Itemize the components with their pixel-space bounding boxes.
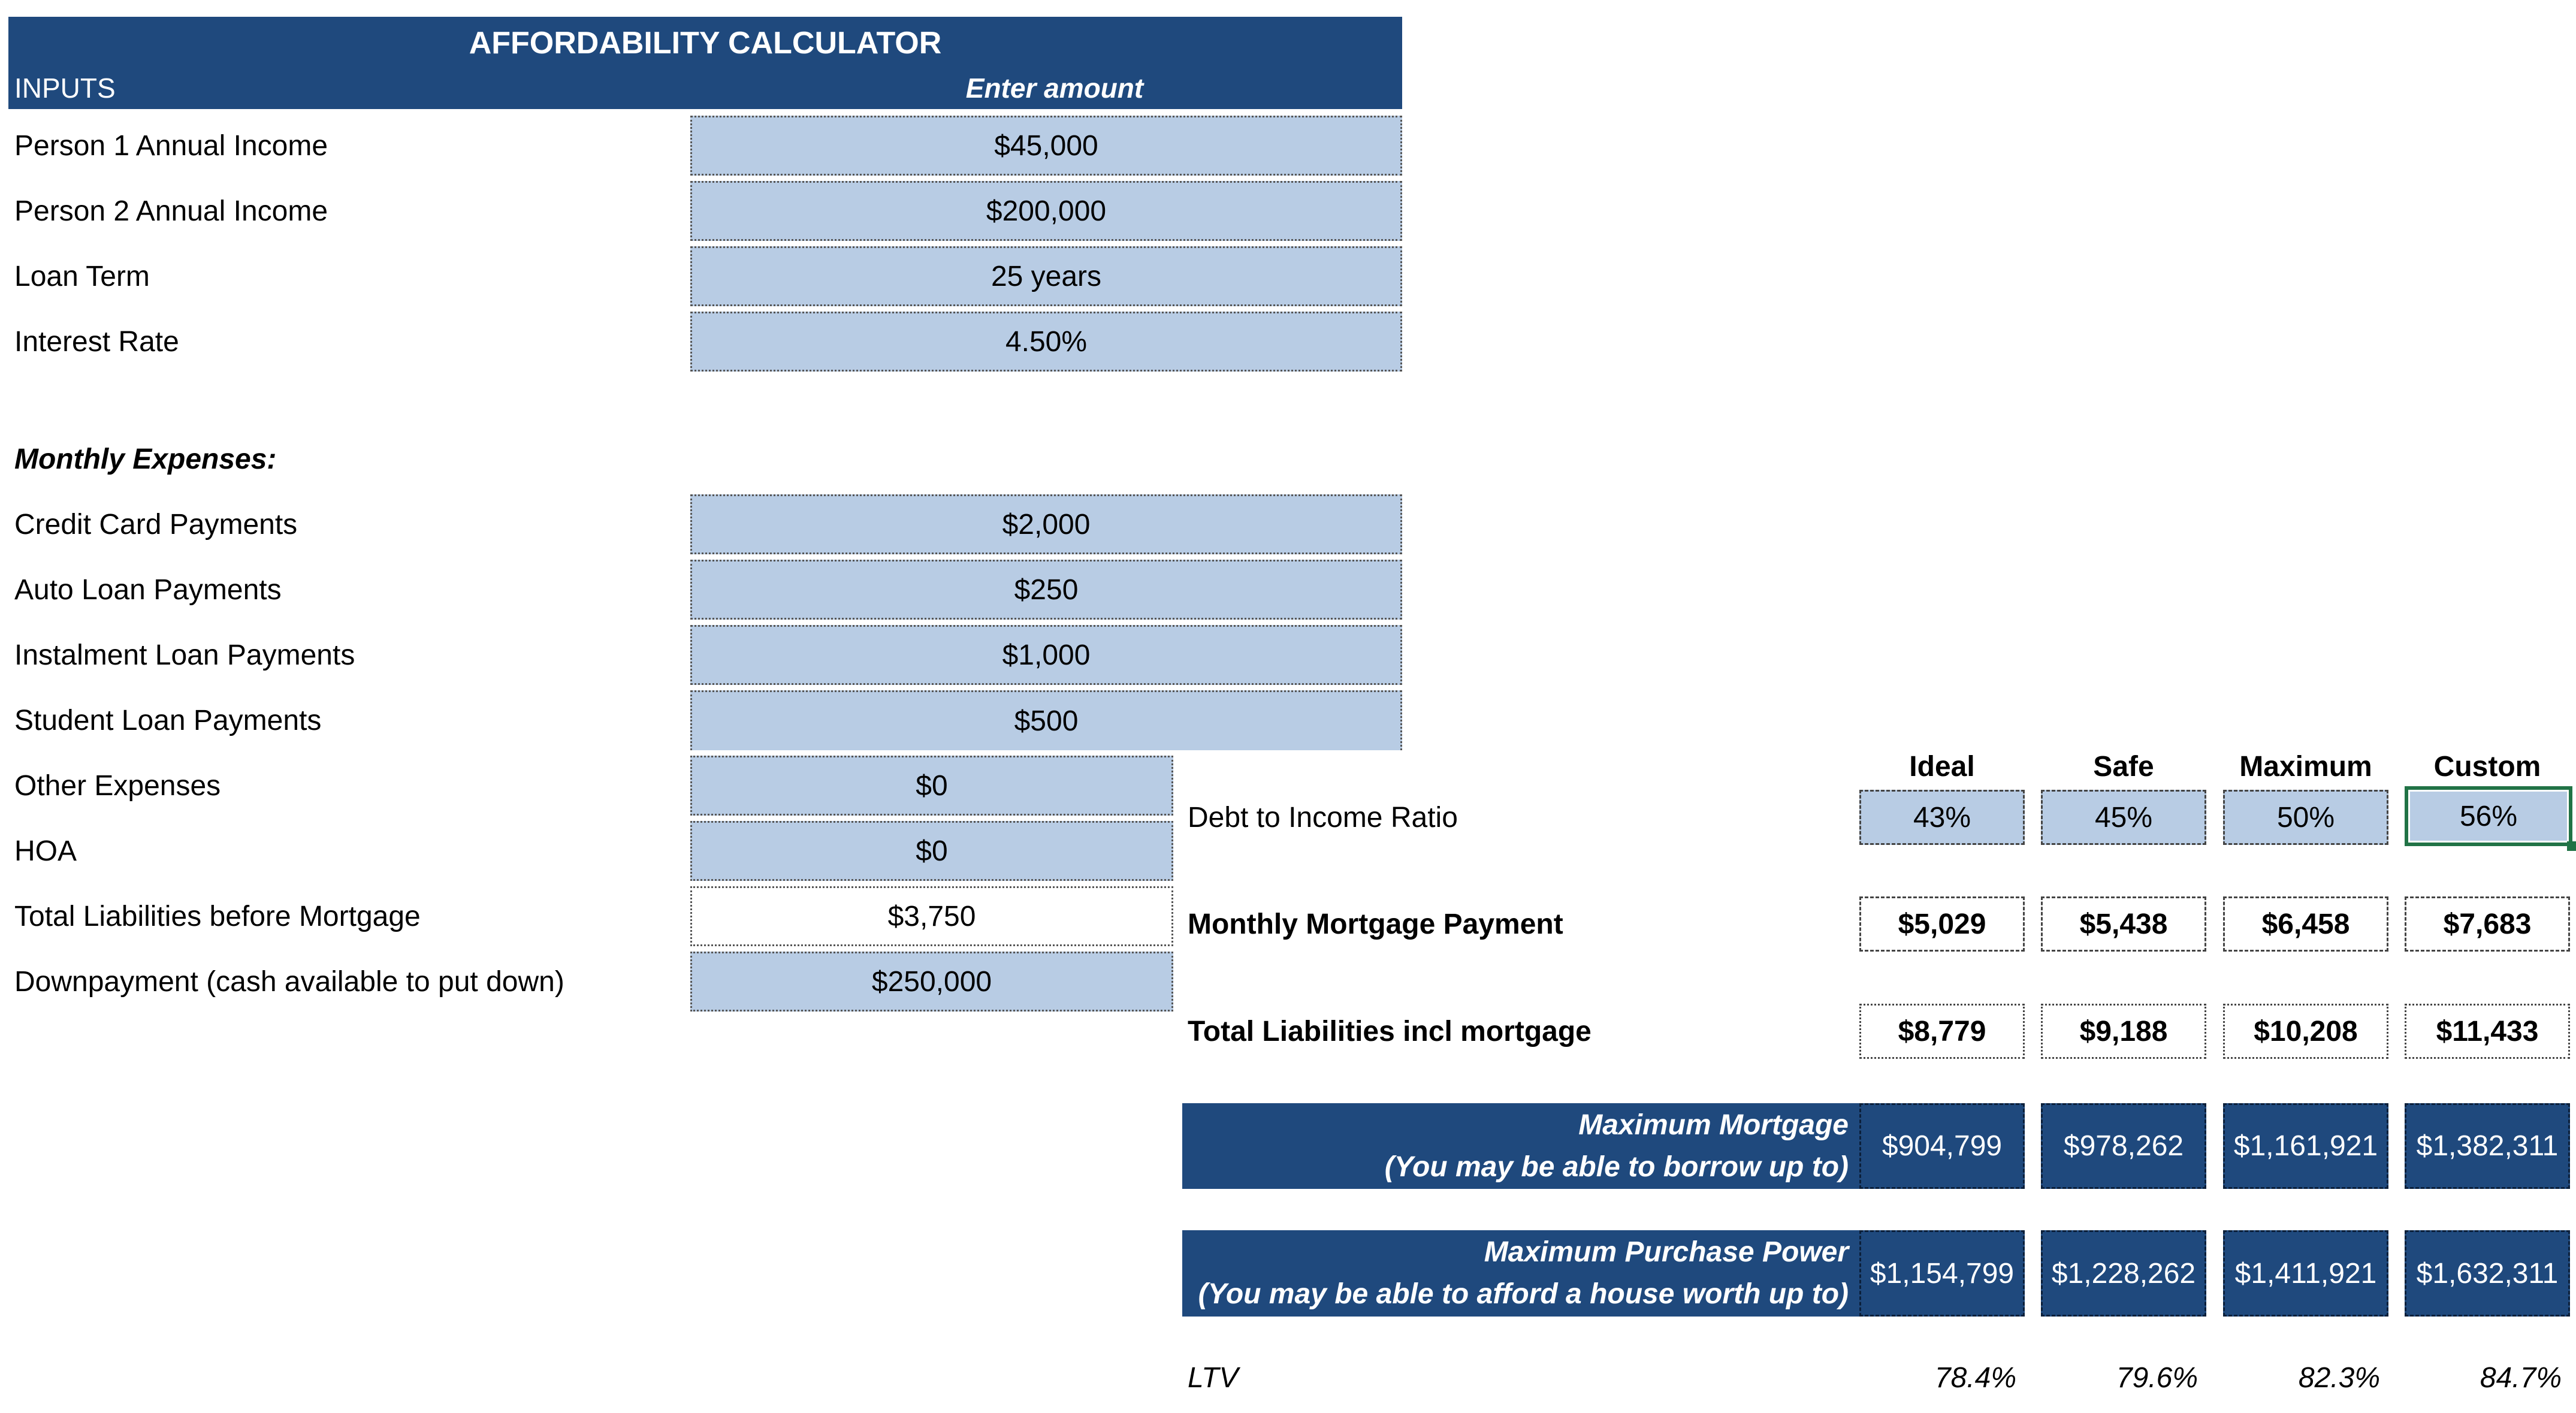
monthly-expenses-heading: Monthly Expenses:: [14, 443, 277, 475]
expense-label-auto-loan: Auto Loan Payments: [14, 573, 282, 606]
total-liabilities-before-mortgage-label: Total Liabilities before Mortgage: [14, 900, 421, 932]
maximum-mortgage-label: Maximum Mortgage (You may be able to bor…: [1182, 1103, 1859, 1189]
downpayment-input[interactable]: $250,000: [690, 952, 1173, 1012]
total-liabilities-maximum: $10,208: [2223, 1004, 2388, 1059]
total-liabilities-custom: $11,433: [2405, 1004, 2570, 1059]
input-label-loan-term: Loan Term: [14, 260, 150, 292]
expense-label-hoa: HOA: [14, 835, 77, 867]
instalment-loan-input[interactable]: $1,000: [690, 625, 1402, 685]
ltv-maximum: 82.3%: [2298, 1362, 2380, 1394]
max-mortgage-safe: $978,262: [2041, 1103, 2206, 1189]
monthly-mortgage-payment-label: Monthly Mortgage Payment: [1188, 908, 1563, 940]
other-expenses-input[interactable]: $0: [690, 756, 1173, 816]
inputs-label: INPUTS: [14, 73, 116, 104]
student-loan-input[interactable]: $500: [690, 690, 1402, 750]
monthly-payment-custom: $7,683: [2405, 896, 2570, 952]
loan-term-input[interactable]: 25 years: [690, 246, 1402, 306]
max-mortgage-custom: $1,382,311: [2405, 1103, 2570, 1189]
maximum-purchase-power-label: Maximum Purchase Power (You may be able …: [1182, 1230, 1859, 1317]
dti-maximum-input[interactable]: 50%: [2223, 790, 2388, 845]
maximum-mortgage-subtitle: (You may be able to borrow up to): [1384, 1151, 1849, 1183]
max-mortgage-ideal: $904,799: [1859, 1103, 2025, 1189]
maximum-purchase-power-subtitle: (You may be able to afford a house worth…: [1198, 1278, 1849, 1310]
credit-card-input[interactable]: $2,000: [690, 494, 1402, 554]
dti-custom-input[interactable]: 56%: [2405, 786, 2572, 846]
fill-handle[interactable]: [2567, 841, 2576, 851]
person2-income-input[interactable]: $200,000: [690, 181, 1402, 241]
monthly-payment-maximum: $6,458: [2223, 896, 2388, 952]
ltv-ideal: 78.4%: [1934, 1362, 2016, 1394]
total-liabilities-safe: $9,188: [2041, 1004, 2206, 1059]
dti-ideal-input[interactable]: 43%: [1859, 790, 2025, 845]
max-mortgage-maximum: $1,161,921: [2223, 1103, 2388, 1189]
hoa-input[interactable]: $0: [690, 821, 1173, 881]
column-header-custom: Custom: [2433, 751, 2541, 783]
dti-safe-input[interactable]: 45%: [2041, 790, 2206, 845]
column-header-maximum: Maximum: [2239, 751, 2372, 783]
total-liabilities-incl-mortgage-label: Total Liabilities incl mortgage: [1188, 1015, 1591, 1047]
ltv-safe: 79.6%: [2116, 1362, 2198, 1394]
max-purchase-maximum: $1,411,921: [2223, 1230, 2388, 1317]
ltv-custom: 84.7%: [2480, 1362, 2562, 1394]
inputs-header-row: INPUTS Enter amount: [8, 70, 1402, 109]
max-purchase-safe: $1,228,262: [2041, 1230, 2206, 1317]
calculator-title: AFFORDABILITY CALCULATOR: [8, 17, 1402, 70]
column-header-safe: Safe: [2093, 751, 2154, 783]
expense-label-student-loan: Student Loan Payments: [14, 704, 322, 736]
input-label-interest-rate: Interest Rate: [14, 325, 179, 358]
input-label-person2-income: Person 2 Annual Income: [14, 195, 328, 227]
total-liabilities-before-mortgage-value: $3,750: [690, 886, 1173, 946]
dti-label: Debt to Income Ratio: [1188, 801, 1458, 834]
input-label-person1-income: Person 1 Annual Income: [14, 129, 328, 162]
max-purchase-ideal: $1,154,799: [1859, 1230, 2025, 1317]
monthly-payment-ideal: $5,029: [1859, 896, 2025, 952]
expense-label-other: Other Expenses: [14, 769, 221, 802]
total-liabilities-ideal: $8,779: [1859, 1004, 2025, 1059]
expense-label-credit-card: Credit Card Payments: [14, 508, 298, 541]
interest-rate-input[interactable]: 4.50%: [690, 312, 1402, 372]
maximum-purchase-power-title: Maximum Purchase Power: [1484, 1236, 1849, 1268]
monthly-payment-safe: $5,438: [2041, 896, 2206, 952]
max-purchase-custom: $1,632,311: [2405, 1230, 2570, 1317]
expense-label-instalment-loan: Instalment Loan Payments: [14, 639, 355, 671]
auto-loan-input[interactable]: $250: [690, 560, 1402, 620]
person1-income-input[interactable]: $45,000: [690, 116, 1402, 176]
downpayment-label: Downpayment (cash available to put down): [14, 965, 564, 998]
ltv-label: LTV: [1188, 1362, 1239, 1394]
column-header-ideal: Ideal: [1909, 751, 1975, 783]
enter-amount-label: Enter amount: [965, 73, 1144, 104]
maximum-mortgage-title: Maximum Mortgage: [1578, 1109, 1849, 1141]
